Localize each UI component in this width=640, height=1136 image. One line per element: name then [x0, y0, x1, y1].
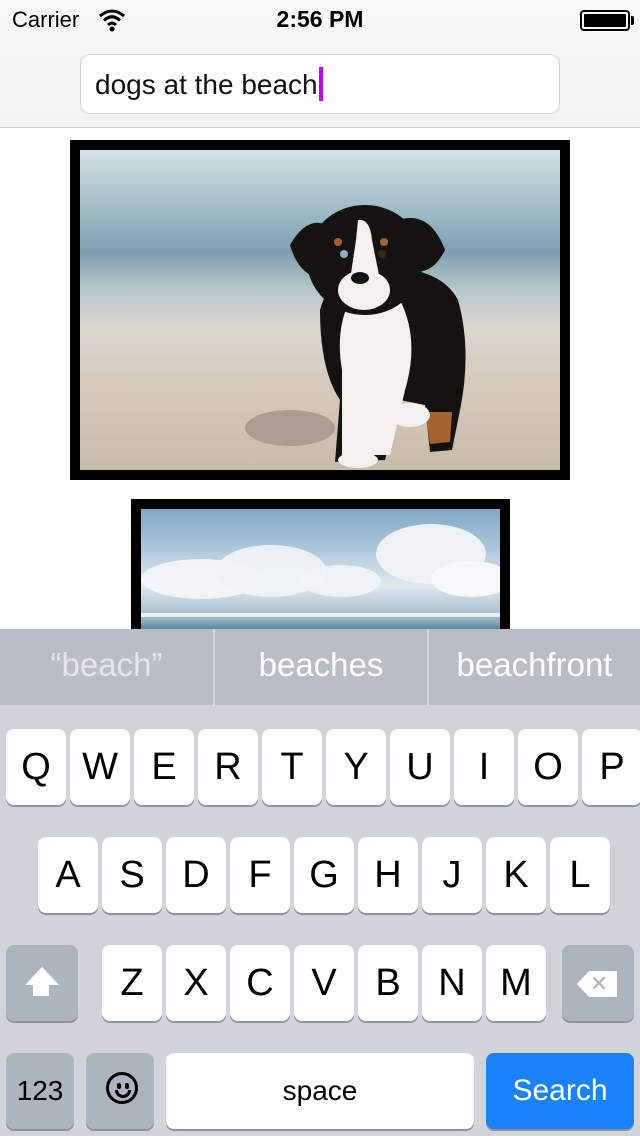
top-bar: Carrier 2:56 PM dogs at the beach — [0, 0, 640, 128]
photo-beach-sky — [141, 509, 500, 649]
key-p[interactable]: P — [582, 729, 640, 805]
key-g[interactable]: G — [294, 837, 354, 913]
key-v[interactable]: V — [294, 945, 354, 1021]
key-t[interactable]: T — [262, 729, 322, 805]
suggestion-bar: “beach” beaches beachfront — [0, 629, 640, 705]
key-w[interactable]: W — [70, 729, 130, 805]
status-time: 2:56 PM — [276, 6, 364, 32]
key-c[interactable]: C — [230, 945, 290, 1021]
key-s[interactable]: S — [102, 837, 162, 913]
result-image-1[interactable] — [70, 140, 570, 480]
photo-dog-on-beach — [80, 150, 560, 470]
key-l[interactable]: L — [550, 837, 610, 913]
key-i[interactable]: I — [454, 729, 514, 805]
key-m[interactable]: M — [486, 945, 546, 1021]
search-input[interactable]: dogs at the beach — [80, 54, 560, 114]
key-n[interactable]: N — [422, 945, 482, 1021]
key-a[interactable]: A — [38, 837, 98, 913]
key-b[interactable]: B — [358, 945, 418, 1021]
battery-nub — [631, 16, 634, 25]
suggestion-3[interactable]: beachfront — [427, 629, 640, 705]
space-key[interactable]: space — [166, 1053, 474, 1129]
delete-key[interactable]: ✕ — [562, 945, 634, 1021]
key-u[interactable]: U — [390, 729, 450, 805]
key-y[interactable]: Y — [326, 729, 386, 805]
key-d[interactable]: D — [166, 837, 226, 913]
emoji-key[interactable] — [86, 1053, 154, 1129]
key-e[interactable]: E — [134, 729, 194, 805]
text-caret — [318, 66, 323, 101]
battery-icon — [580, 10, 630, 31]
result-image-2[interactable] — [131, 499, 510, 649]
key-x[interactable]: X — [166, 945, 226, 1021]
shift-icon — [25, 967, 59, 985]
key-o[interactable]: O — [518, 729, 578, 805]
search-query: dogs at the beach — [95, 69, 318, 100]
key-r[interactable]: R — [198, 729, 258, 805]
key-f[interactable]: F — [230, 837, 290, 913]
shift-key[interactable] — [6, 945, 78, 1021]
status-bar: Carrier 2:56 PM — [0, 0, 640, 40]
keyboard: “beach” beaches beachfront Q W E R T Y U… — [0, 629, 640, 1136]
suggestion-2[interactable]: beaches — [213, 629, 427, 705]
key-q[interactable]: Q — [6, 729, 66, 805]
key-z[interactable]: Z — [102, 945, 162, 1021]
search-key[interactable]: Search — [486, 1053, 634, 1129]
numbers-key[interactable]: 123 — [6, 1053, 74, 1129]
key-h[interactable]: H — [358, 837, 418, 913]
suggestion-1[interactable]: “beach” — [0, 629, 213, 705]
emoji-icon — [106, 1072, 138, 1104]
key-j[interactable]: J — [422, 837, 482, 913]
key-k[interactable]: K — [486, 837, 546, 913]
